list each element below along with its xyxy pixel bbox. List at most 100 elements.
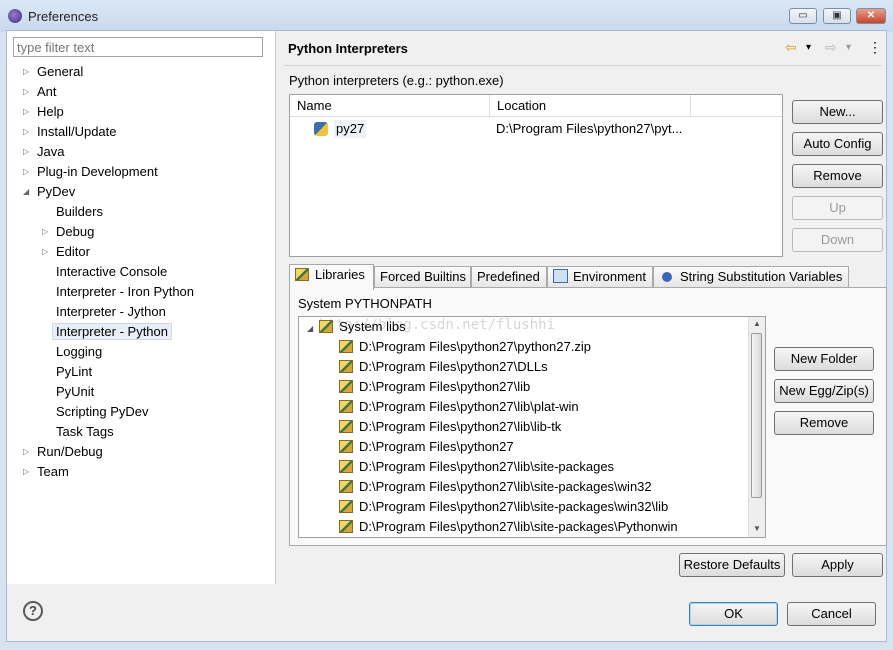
expand-icon[interactable]: ▷: [23, 62, 33, 82]
list-item[interactable]: D:\Program Files\python27\lib\site-packa…: [339, 477, 652, 497]
tree-item-label: Task Tags: [56, 424, 114, 439]
library-path: D:\Program Files\python27\lib: [359, 379, 531, 394]
tab-label: Forced Builtins: [380, 269, 466, 284]
auto-config-button[interactable]: Auto Config: [792, 132, 883, 156]
table-row[interactable]: py27 D:\Program Files\python27\pyt...: [290, 118, 782, 140]
tree-item-label: Help: [37, 104, 64, 119]
library-path: D:\Program Files\python27\lib\site-packa…: [359, 499, 669, 514]
forward-dropdown-icon[interactable]: ▾: [846, 42, 851, 53]
tree-item[interactable]: Logging: [56, 342, 102, 362]
close-button[interactable]: ✕: [856, 8, 886, 24]
maximize-button[interactable]: ▣: [823, 8, 851, 24]
expand-icon[interactable]: ▷: [23, 462, 33, 482]
list-item[interactable]: D:\Program Files\python27\lib\lib-tk: [339, 417, 561, 437]
title-bar: Preferences ▭ ▣ ✕: [0, 0, 893, 32]
tree-item[interactable]: Interpreter - Jython: [56, 302, 166, 322]
tree-item[interactable]: ▷ General: [23, 62, 83, 82]
scroll-up-icon[interactable]: ▲: [753, 319, 761, 328]
apply-button[interactable]: Apply: [792, 553, 883, 577]
tab-forced-builtins[interactable]: Forced Builtins: [374, 266, 471, 288]
tree-item-label: PyUnit: [56, 384, 95, 399]
remove-interpreter-button[interactable]: Remove: [792, 164, 883, 188]
new-folder-button[interactable]: New Folder: [774, 347, 874, 371]
back-dropdown-icon[interactable]: ▾: [806, 42, 811, 53]
list-item[interactable]: D:\Program Files\python27\lib\plat-win: [339, 397, 579, 417]
tree-item[interactable]: ▷ Install/Update: [23, 122, 117, 142]
tree-item[interactable]: ▷ Plug-in Development: [23, 162, 158, 182]
tree-item[interactable]: ▷ Team: [23, 462, 69, 482]
tree-item-selected[interactable]: Interpreter - Python: [52, 322, 172, 342]
expand-icon[interactable]: ▷: [42, 242, 52, 262]
tree-item-label: Interpreter - Iron Python: [56, 284, 195, 299]
list-item[interactable]: D:\Program Files\python27\python27.zip: [339, 337, 591, 357]
help-icon[interactable]: ?: [23, 601, 43, 621]
vertical-scrollbar[interactable]: ▲ ▼: [748, 317, 765, 537]
tree-item[interactable]: ▷ Help: [23, 102, 64, 122]
down-button[interactable]: Down: [792, 228, 883, 252]
new-interpreter-button[interactable]: New...: [792, 100, 883, 124]
tree-item[interactable]: Interactive Console: [56, 262, 167, 282]
minimize-button[interactable]: ▭: [789, 8, 817, 24]
new-egg-zip-button[interactable]: New Egg/Zip(s): [774, 379, 874, 403]
tree-item[interactable]: Scripting PyDev: [56, 402, 148, 422]
scroll-down-icon[interactable]: ▼: [753, 524, 761, 533]
view-menu-icon[interactable]: ⋮: [868, 39, 882, 56]
tree-item[interactable]: Interpreter - Iron Python: [56, 282, 194, 302]
page-title: Python Interpreters: [288, 41, 408, 56]
filter-input[interactable]: [13, 37, 263, 57]
scroll-thumb[interactable]: [751, 333, 762, 498]
tab-string-substitution[interactable]: String Substitution Variables: [653, 266, 849, 288]
tab-environment[interactable]: Environment: [547, 266, 653, 288]
expand-icon[interactable]: ▷: [23, 162, 33, 182]
expand-icon[interactable]: ▷: [23, 102, 33, 122]
list-item[interactable]: D:\Program Files\python27\lib\site-packa…: [339, 457, 614, 477]
tree-item[interactable]: ▷ Debug: [42, 222, 94, 242]
expand-icon[interactable]: ▷: [23, 442, 33, 462]
tab-predefined[interactable]: Predefined: [471, 266, 547, 288]
tree-item[interactable]: PyLint: [56, 362, 92, 382]
list-item[interactable]: D:\Program Files\python27\lib: [339, 377, 530, 397]
forward-arrow-icon[interactable]: ⇨: [825, 39, 837, 56]
dialog-body: ▷ General ▷ Ant ▷ Help ▷ Install/Update ▷ Java ▷ Pl…: [6, 30, 887, 642]
system-libs-label: System libs: [339, 319, 406, 334]
expand-icon[interactable]: ▷: [23, 142, 33, 162]
cancel-button[interactable]: Cancel: [787, 602, 876, 626]
remove-lib-button[interactable]: Remove: [774, 411, 874, 435]
tree-item[interactable]: ▷ Editor: [42, 242, 90, 262]
list-item[interactable]: D:\Program Files\python27: [339, 437, 514, 457]
tree-item[interactable]: ◢ PyDev: [23, 182, 75, 202]
collapse-icon[interactable]: ◢: [23, 182, 33, 202]
back-arrow-icon[interactable]: ⇦: [785, 39, 797, 56]
list-item[interactable]: D:\Program Files\python27\lib\site-packa…: [339, 497, 668, 517]
expand-icon[interactable]: ▷: [23, 82, 33, 102]
tree-item-label: Builders: [56, 204, 103, 219]
up-button[interactable]: Up: [792, 196, 883, 220]
list-item[interactable]: D:\Program Files\python27\DLLs: [339, 357, 548, 377]
library-jar-icon: [339, 480, 353, 493]
system-libs-tree: http://blog.csdn.net/flushhi ◢ System lib…: [298, 316, 766, 538]
list-item[interactable]: D:\Program Files\python27\lib\site-packa…: [339, 517, 678, 537]
tab-label: Predefined: [477, 269, 540, 284]
tab-libraries[interactable]: Libraries: [289, 264, 374, 290]
column-header-location[interactable]: Location: [490, 95, 691, 117]
library-jar-icon: [339, 360, 353, 373]
tree-item[interactable]: Builders: [56, 202, 103, 222]
library-jar-icon: [339, 380, 353, 393]
tree-item[interactable]: ▷ Java: [23, 142, 64, 162]
system-libs-node[interactable]: ◢ System libs: [307, 317, 406, 337]
library-path: D:\Program Files\python27\lib\site-packa…: [359, 479, 652, 494]
tree-item[interactable]: ▷ Ant: [23, 82, 57, 102]
library-jar-icon: [339, 420, 353, 433]
interpreter-name: py27: [334, 120, 367, 138]
python-icon: [314, 122, 328, 136]
expand-icon[interactable]: ▷: [23, 122, 33, 142]
tree-item[interactable]: ▷ Run/Debug: [23, 442, 103, 462]
column-header-name[interactable]: Name: [290, 95, 490, 117]
interpreter-location: D:\Program Files\python27\pyt...: [496, 121, 683, 136]
system-pythonpath-label: System PYTHONPATH: [298, 296, 432, 311]
expand-icon[interactable]: ▷: [42, 222, 52, 242]
tree-item[interactable]: Task Tags: [56, 422, 114, 442]
restore-defaults-button[interactable]: Restore Defaults: [679, 553, 785, 577]
ok-button[interactable]: OK: [689, 602, 778, 626]
tree-item[interactable]: PyUnit: [56, 382, 94, 402]
